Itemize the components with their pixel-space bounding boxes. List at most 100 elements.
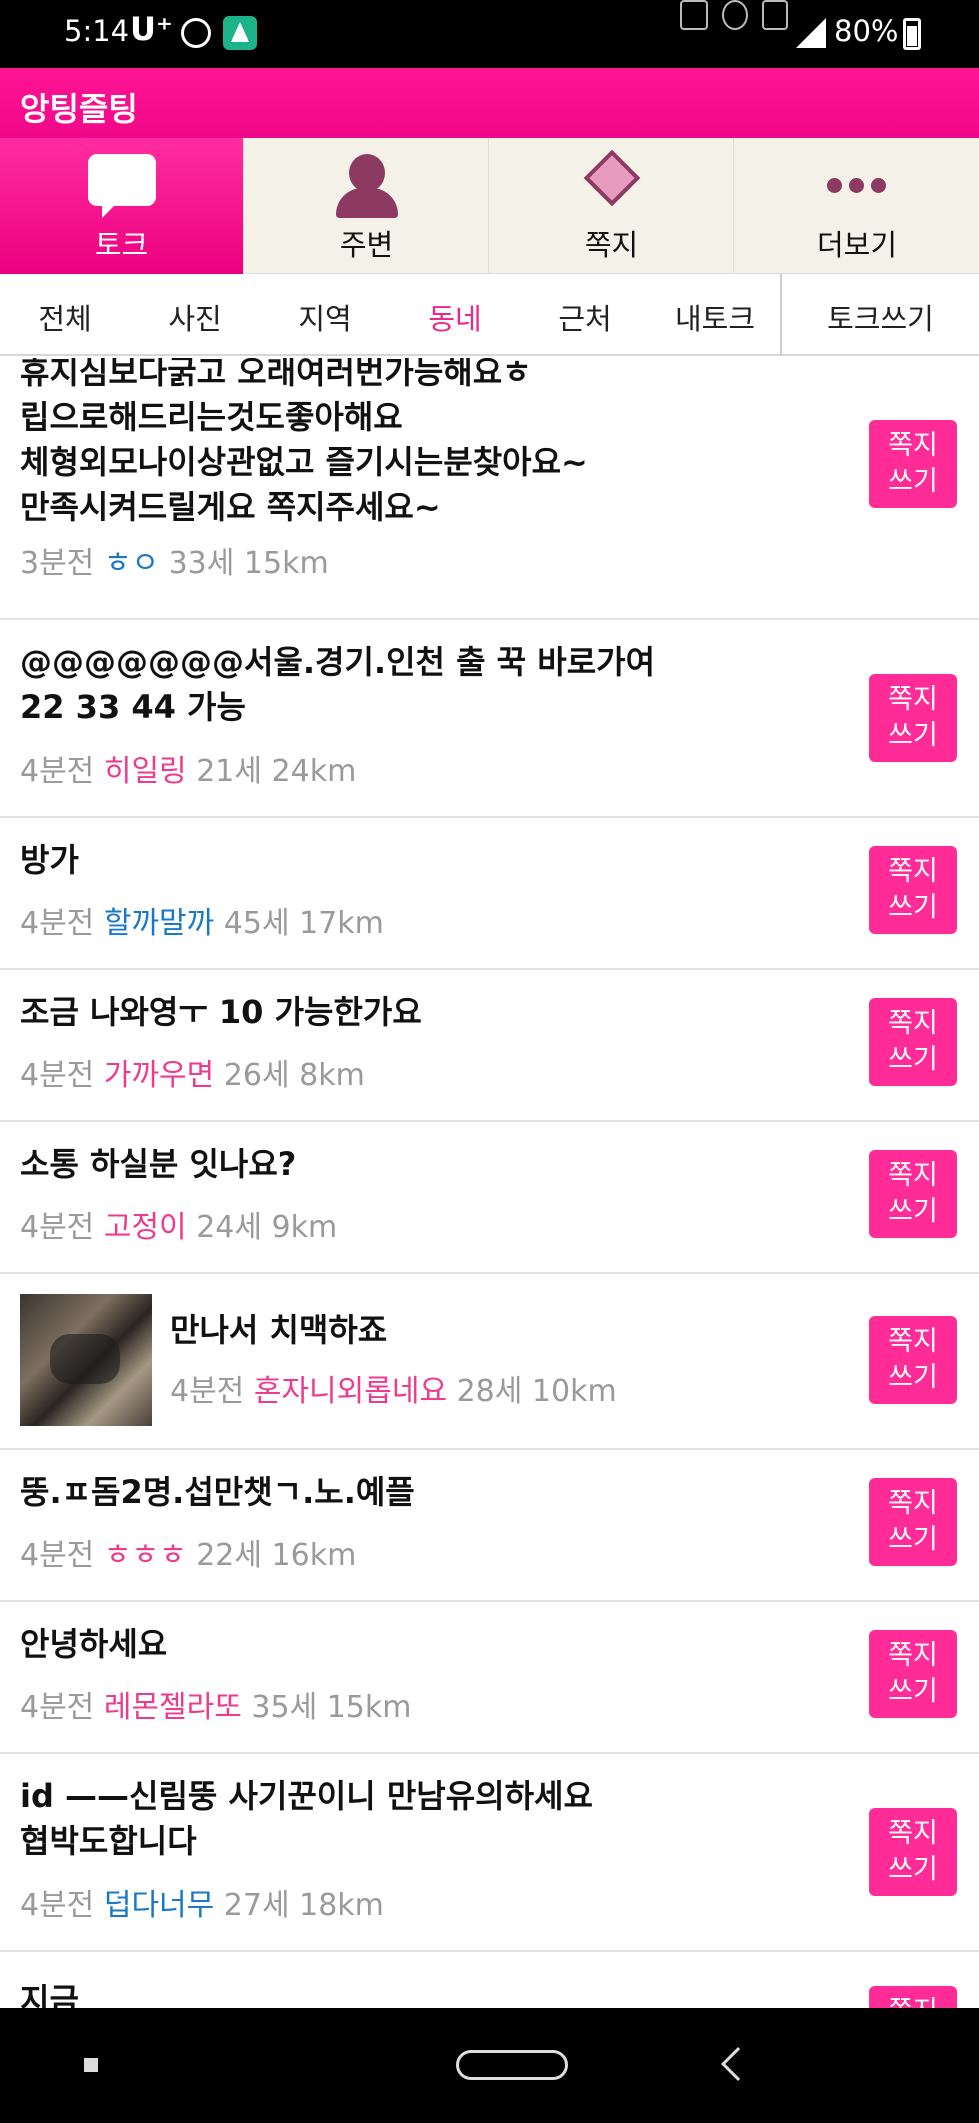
filter-tab-bar: 전체 사진 지역 동네 근처 내토크 토크쓰기 — [0, 274, 979, 356]
list-item[interactable]: 방가 4분전 할까말까 45세 17km 쪽지 쓰기 — [0, 818, 979, 970]
post-age: 45세 — [223, 906, 290, 941]
walk-icon — [181, 18, 211, 48]
chat-bubble-icon — [87, 154, 156, 218]
tab-nearby[interactable]: 주변 — [245, 138, 489, 274]
post-distance: 16km — [271, 1538, 357, 1573]
post-distance: 9km — [271, 1210, 338, 1245]
system-nav-bar — [0, 2008, 979, 2123]
list-item[interactable]: 뚱.ㅍ돔2명.섭만챗ㄱ.노.예플 4분전 ㅎㅎㅎ 22세 16km 쪽지 쓰기 — [0, 1450, 979, 1602]
list-item[interactable]: 만나서 치맥하죠 4분전 혼자니외롭네요 28세 10km 쪽지 쓰기 — [0, 1274, 979, 1450]
list-item[interactable]: 지금 쪽지 쓰기 — [0, 1952, 979, 2008]
send-message-button[interactable]: 쪽지 쓰기 — [869, 1150, 957, 1238]
list-item[interactable]: 조금 나와영ㅜ 10 가능한가요 4분전 가까우면 26세 8km 쪽지 쓰기 — [0, 970, 979, 1122]
post-age: 24세 — [196, 1210, 262, 1245]
send-message-button[interactable]: 쪽지 쓰기 — [869, 846, 957, 934]
post-meta: 4분전 레몬젤라또 35세 15km — [20, 1682, 412, 1726]
post-distance: 18km — [299, 1888, 384, 1923]
main-tab-bar: 토크 주변 쪽지 더보기 — [0, 138, 979, 274]
talk-feed[interactable]: 휴지심보다굵고 오래여러번가능해요ㅎ 립으로해드리는것도좋아해요 체형외모나이상… — [0, 358, 979, 2008]
post-time: 4분전 — [20, 1888, 95, 1923]
post-time: 4분전 — [20, 1538, 95, 1573]
send-message-button[interactable]: 쪽지 쓰기 — [869, 1986, 957, 2008]
post-nickname[interactable]: ㅎㅇ — [104, 546, 159, 581]
send-message-button[interactable]: 쪽지 쓰기 — [869, 420, 957, 508]
post-text: 지금 — [20, 1981, 79, 2008]
send-message-button[interactable]: 쪽지 쓰기 — [869, 998, 957, 1086]
person-icon — [332, 154, 402, 218]
send-message-button[interactable]: 쪽지 쓰기 — [869, 1478, 957, 1566]
post-text: 안녕하세요 — [20, 1625, 168, 1663]
post-age: 21세 — [196, 754, 262, 789]
send-message-button[interactable]: 쪽지 쓰기 — [869, 1630, 957, 1718]
tab-talk[interactable]: 토크 — [0, 138, 244, 274]
post-time: 4분전 — [20, 906, 95, 941]
post-nickname[interactable]: 덥다너무 — [104, 1888, 214, 1923]
write-talk-button[interactable]: 토크쓰기 — [782, 296, 979, 338]
post-time: 4분전 — [20, 754, 95, 789]
home-icon[interactable] — [456, 2050, 568, 2080]
filter-tab-neighborhood[interactable]: 동네 — [390, 296, 520, 338]
post-nickname[interactable]: 레몬젤라또 — [104, 1690, 242, 1725]
post-text: 방가 — [20, 841, 79, 879]
tab-nearby-label: 주변 — [339, 228, 394, 262]
send-message-button[interactable]: 쪽지 쓰기 — [869, 1316, 957, 1404]
filter-tab-near[interactable]: 근처 — [520, 296, 650, 338]
list-item[interactable]: id ——신림뚱 사기꾼이니 만남유의하세요 협박도합니다 4분전 덥다너무 2… — [0, 1754, 979, 1952]
post-meta: 4분전 가까우면 26세 8km — [20, 1050, 365, 1094]
filter-tab-region[interactable]: 지역 — [260, 296, 390, 338]
post-distance: 15km — [326, 1690, 412, 1725]
signal-icon — [796, 18, 826, 48]
more-dots-icon — [827, 178, 887, 194]
send-message-button[interactable]: 쪽지 쓰기 — [869, 674, 957, 762]
post-text: 휴지심보다굵고 오래여러번가능해요ㅎ 립으로해드리는것도좋아해요 체형외모나이상… — [20, 358, 588, 526]
battery-icon — [903, 18, 921, 50]
post-distance: 17km — [299, 906, 384, 941]
post-meta: 4분전 혼자니외롭네요 28세 10km — [170, 1366, 617, 1410]
post-time: 3분전 — [20, 546, 95, 581]
list-item[interactable]: 안녕하세요 4분전 레몬젤라또 35세 15km 쪽지 쓰기 — [0, 1602, 979, 1754]
post-distance: 10km — [531, 1374, 617, 1409]
back-icon[interactable] — [721, 2047, 755, 2081]
post-text: id ——신림뚱 사기꾼이니 만남유의하세요 협박도합니다 — [20, 1777, 593, 1860]
nfc-icon — [680, 0, 708, 30]
post-photo[interactable] — [20, 1294, 152, 1426]
post-text: @@@@@@@서울.경기.인천 출 꾹 바로가여 22 33 44 가능 — [20, 643, 656, 726]
app-icon — [223, 16, 257, 50]
tab-more[interactable]: 더보기 — [735, 138, 979, 274]
post-age: 28세 — [456, 1374, 523, 1409]
post-age: 22세 — [196, 1538, 262, 1573]
post-text: 조금 나와영ㅜ 10 가능한가요 — [20, 993, 422, 1031]
post-meta: 4분전 ㅎㅎㅎ 22세 16km — [20, 1530, 356, 1574]
post-text: 소통 하실분 잇나요? — [20, 1145, 297, 1183]
filter-tab-my-talk[interactable]: 내토크 — [650, 296, 780, 338]
post-nickname[interactable]: 혼자니외롭네요 — [254, 1374, 447, 1409]
post-distance: 24km — [271, 754, 357, 789]
list-item[interactable]: 휴지심보다굵고 오래여러번가능해요ㅎ 립으로해드리는것도좋아해요 체형외모나이상… — [0, 358, 979, 620]
bluetooth-icon — [0, 0, 14, 30]
battery-percent: 80% — [834, 14, 899, 48]
status-bar: 5:14 U⁺ 80% — [0, 0, 979, 68]
tab-talk-label: 토크 — [94, 228, 149, 262]
post-distance: 15km — [243, 546, 329, 581]
send-message-button[interactable]: 쪽지 쓰기 — [869, 1808, 957, 1896]
post-meta: 4분전 고정이 24세 9km — [20, 1202, 337, 1246]
tab-more-label: 더보기 — [816, 228, 898, 262]
list-item[interactable]: 소통 하실분 잇나요? 4분전 고정이 24세 9km 쪽지 쓰기 — [0, 1122, 979, 1274]
post-meta: 4분전 덥다너무 27세 18km — [20, 1880, 384, 1924]
tab-messages-label: 쪽지 — [584, 228, 639, 262]
post-meta: 4분전 할까말까 45세 17km — [20, 898, 384, 942]
post-nickname[interactable]: 가까우면 — [104, 1058, 214, 1093]
post-nickname[interactable]: 고정이 — [104, 1210, 187, 1245]
post-time: 4분전 — [20, 1690, 95, 1725]
recent-apps-icon[interactable] — [84, 2058, 98, 2072]
post-nickname[interactable]: ㅎㅎㅎ — [104, 1538, 187, 1573]
filter-tab-photo[interactable]: 사진 — [130, 296, 260, 338]
post-nickname[interactable]: 할까말까 — [104, 906, 214, 941]
tab-messages[interactable]: 쪽지 — [490, 138, 734, 274]
list-item[interactable]: @@@@@@@서울.경기.인천 출 꾹 바로가여 22 33 44 가능 4분전… — [0, 620, 979, 818]
post-text: 뚱.ㅍ돔2명.섭만챗ㄱ.노.예플 — [20, 1473, 415, 1511]
filter-tab-all[interactable]: 전체 — [0, 296, 130, 338]
post-nickname[interactable]: 히일링 — [104, 754, 187, 789]
app-title: 앙팅즐팅 — [20, 90, 138, 128]
lte-icon — [762, 0, 788, 30]
